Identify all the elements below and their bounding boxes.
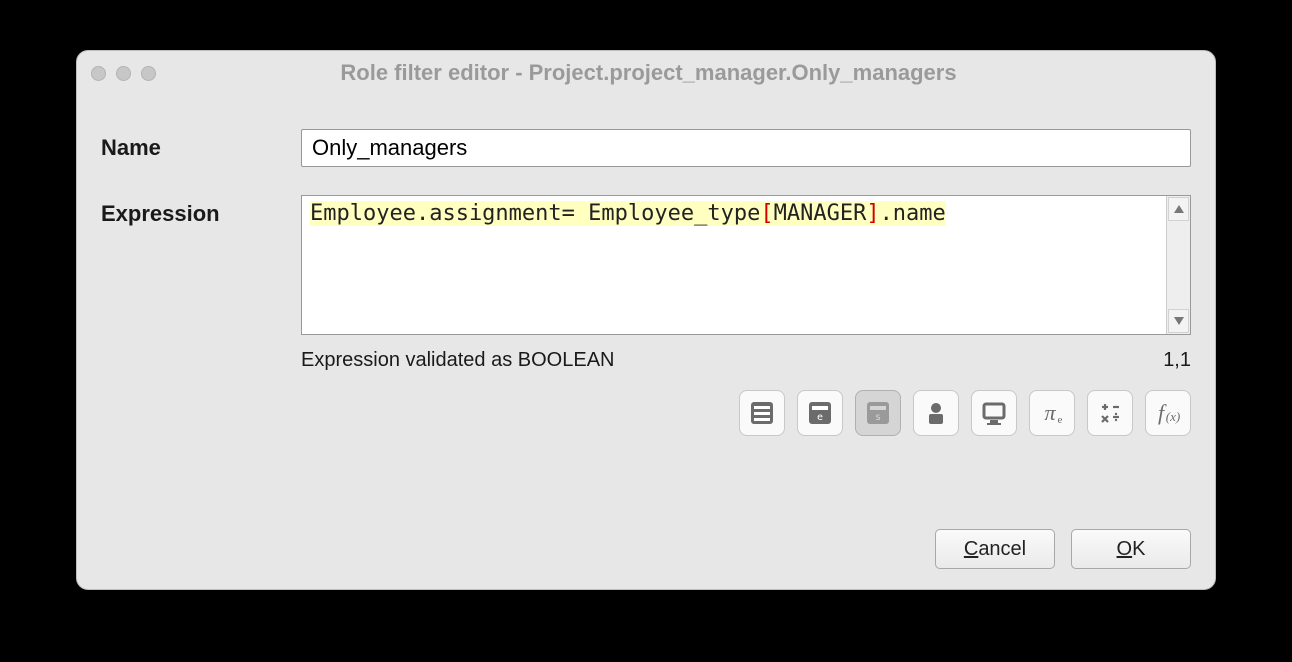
validation-message: Expression validated as BOOLEAN — [301, 349, 615, 372]
window-title: Role filter editor - Project.project_man… — [96, 60, 1201, 86]
scroll-up-icon[interactable] — [1168, 197, 1189, 221]
dialog-footer: Cancel OK — [101, 499, 1191, 569]
dialog-body: Name Expression Employee.assignment= Emp… — [77, 95, 1215, 589]
name-input[interactable] — [301, 129, 1191, 167]
string-icon[interactable]: s — [855, 390, 901, 436]
expression-label: Expression — [101, 195, 301, 227]
cancel-mnemonic: C — [964, 538, 978, 560]
scroll-down-icon[interactable] — [1168, 309, 1189, 333]
monitor-icon[interactable] — [971, 390, 1017, 436]
vertical-scrollbar[interactable] — [1166, 196, 1190, 334]
expr-bracket-close: ] — [866, 201, 879, 226]
cancel-button[interactable]: Cancel — [935, 529, 1055, 569]
expression-row: Expression Employee.assignment= Employee… — [101, 195, 1191, 436]
svg-text:e: e — [1058, 414, 1063, 426]
svg-text:s: s — [875, 412, 881, 423]
svg-text:π: π — [1044, 400, 1056, 425]
expr-part: .name — [880, 201, 946, 226]
person-icon[interactable] — [913, 390, 959, 436]
dialog-window: Role filter editor - Project.project_man… — [76, 50, 1216, 590]
name-row: Name — [101, 129, 1191, 167]
expression-toolbar: e s πe — [301, 390, 1191, 436]
operators-icon[interactable] — [1087, 390, 1133, 436]
entity-icon[interactable]: e — [797, 390, 843, 436]
titlebar[interactable]: Role filter editor - Project.project_man… — [77, 51, 1215, 95]
expression-editor[interactable]: Employee.assignment= Employee_type[MANAG… — [301, 195, 1191, 335]
cancel-rest: ancel — [978, 538, 1026, 560]
bars-icon[interactable] — [739, 390, 785, 436]
expression-text[interactable]: Employee.assignment= Employee_type[MANAG… — [302, 196, 1166, 334]
status-row: Expression validated as BOOLEAN 1,1 — [301, 349, 1191, 372]
expr-part: Employee.assignment= Employee_type — [310, 201, 760, 226]
svg-text:(x): (x) — [1166, 409, 1180, 424]
expr-part: MANAGER — [774, 201, 867, 226]
ok-button[interactable]: OK — [1071, 529, 1191, 569]
name-label: Name — [101, 129, 301, 161]
cursor-position: 1,1 — [1163, 349, 1191, 372]
ok-mnemonic: O — [1117, 538, 1133, 560]
function-icon[interactable]: f(x) — [1145, 390, 1191, 436]
pi-icon[interactable]: πe — [1029, 390, 1075, 436]
svg-text:e: e — [817, 412, 823, 423]
expr-bracket-open: [ — [760, 201, 773, 226]
ok-rest: K — [1132, 538, 1145, 560]
